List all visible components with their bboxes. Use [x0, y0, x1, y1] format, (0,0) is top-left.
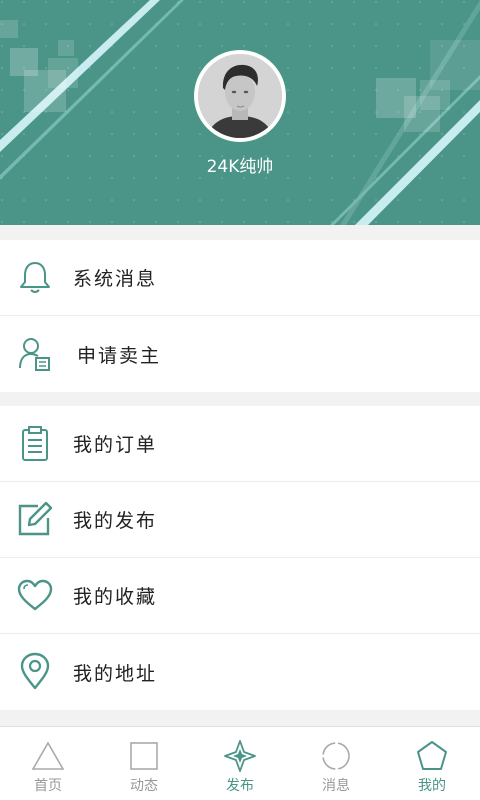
menu-group-notifications: 系统消息 申请卖主 — [0, 240, 480, 392]
profile-header: 24K纯帅 — [0, 0, 480, 225]
username: 24K纯帅 — [206, 157, 274, 177]
menu-item-label: 申请卖主 — [77, 344, 162, 367]
square-icon — [130, 742, 158, 770]
tab-label: 动态 — [130, 778, 158, 794]
avatar[interactable] — [194, 50, 286, 142]
pentagon-icon — [417, 741, 447, 770]
compass-star-icon — [224, 740, 256, 772]
triangle-icon — [31, 741, 65, 770]
menu-item-label: 系统消息 — [73, 268, 158, 290]
tab-messages[interactable]: 消息 — [288, 727, 384, 800]
bell-icon — [20, 262, 50, 293]
heart-icon — [17, 579, 53, 611]
menu-item-my-favorites[interactable]: 我的收藏 — [0, 558, 480, 634]
tab-label: 我的 — [418, 778, 446, 794]
tab-mine[interactable]: 我的 — [384, 727, 480, 800]
tab-label: 消息 — [322, 778, 350, 794]
tab-label: 发布 — [226, 778, 254, 794]
clipboard-icon — [22, 426, 48, 461]
avatar-image — [198, 54, 282, 138]
circle-icon — [322, 742, 350, 770]
tab-publish[interactable]: 发布 — [192, 727, 288, 800]
menu-item-label: 我的收藏 — [73, 586, 158, 608]
menu-item-label: 我的订单 — [73, 434, 158, 456]
menu-item-system-messages[interactable]: 系统消息 — [0, 240, 480, 316]
menu-group-personal: 我的订单 我的发布 我的收藏 我的地址 — [0, 406, 480, 710]
tab-home[interactable]: 首页 — [0, 727, 96, 800]
tab-feed[interactable]: 动态 — [96, 727, 192, 800]
menu-item-label: 我的地址 — [73, 662, 158, 685]
menu-item-my-address[interactable]: 我的地址 — [0, 634, 480, 710]
edit-icon — [18, 501, 53, 536]
apply-seller-icon — [19, 338, 50, 371]
menu-item-my-orders[interactable]: 我的订单 — [0, 406, 480, 482]
tab-label: 首页 — [34, 778, 62, 794]
location-pin-icon — [20, 652, 50, 690]
menu-item-apply-seller[interactable]: 申请卖主 — [0, 316, 480, 392]
menu-item-label: 我的发布 — [73, 510, 158, 532]
bottom-tab-bar: 首页 动态 发布 消息 我的 — [0, 726, 480, 800]
menu-item-my-posts[interactable]: 我的发布 — [0, 482, 480, 558]
